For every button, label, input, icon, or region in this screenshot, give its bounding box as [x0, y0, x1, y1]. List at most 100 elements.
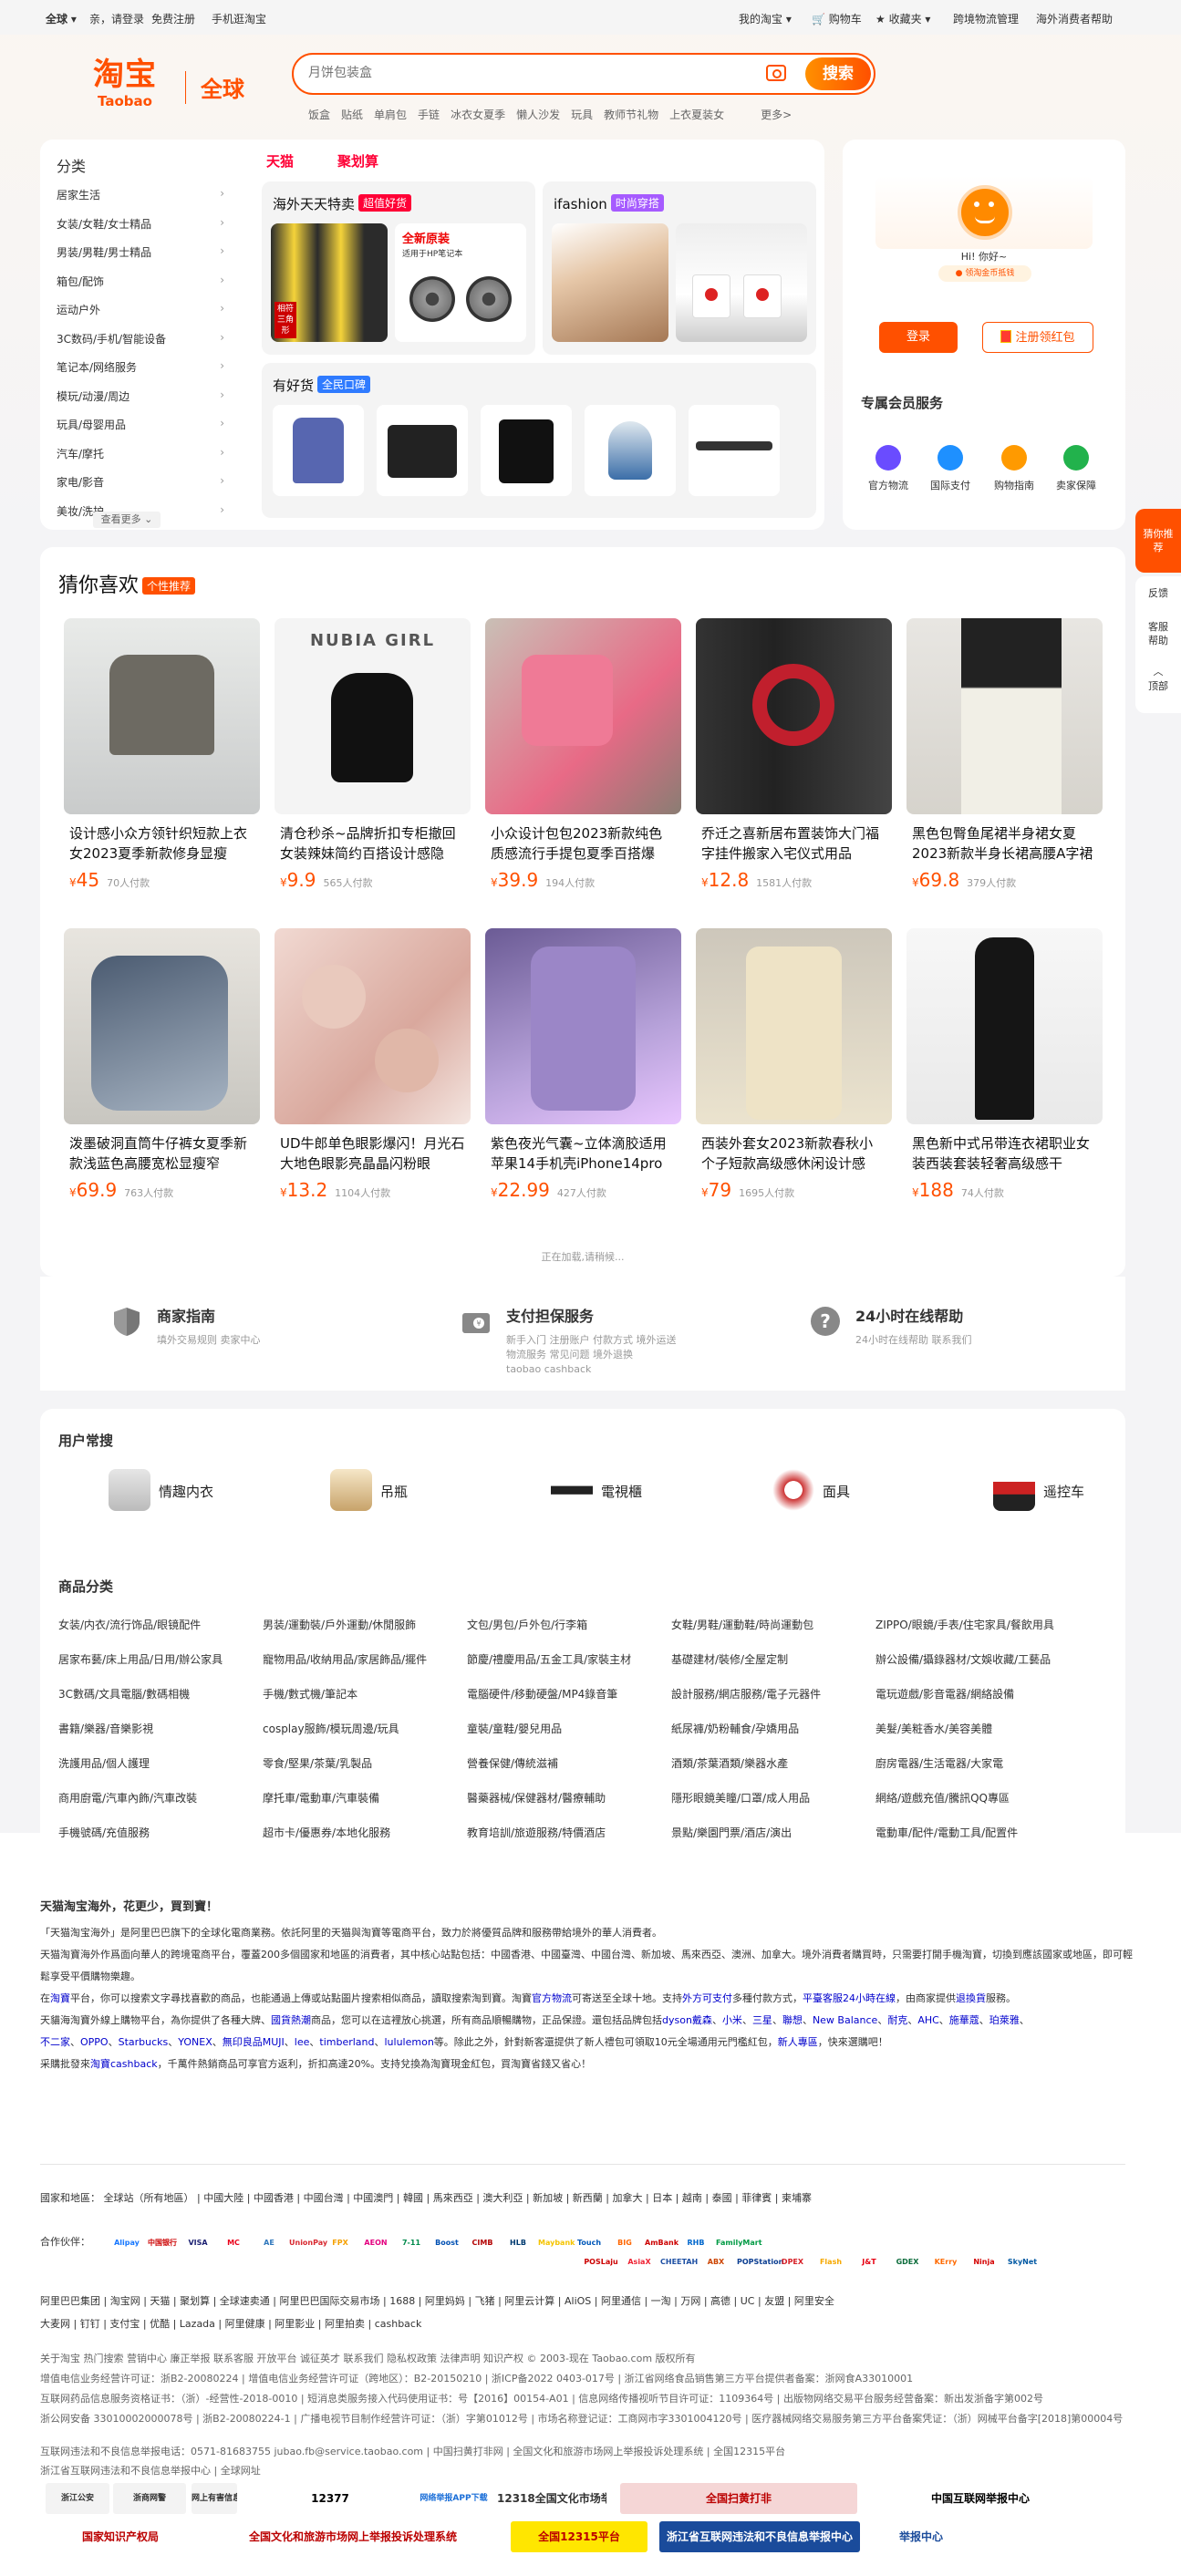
hot-search-item[interactable]: 贴纸	[341, 109, 363, 121]
login-button[interactable]: 登录	[879, 322, 958, 353]
side-service-button[interactable]: 客服帮助	[1145, 620, 1172, 647]
product-category-link[interactable]: 隱形眼鏡美瞳/口罩/成人用品	[671, 1790, 810, 1805]
register-coupon-button[interactable]: 注册领红包	[982, 322, 1093, 353]
report-badge[interactable]: 国家知识产权局	[40, 2521, 201, 2552]
report-badge[interactable]: 举报中心	[871, 2521, 971, 2552]
product-image-tshirt[interactable]	[273, 405, 364, 496]
product-image[interactable]	[906, 618, 1103, 814]
avatar[interactable]	[958, 185, 1012, 240]
product-name[interactable]: 紫色夜光气囊~立体滴胶适用苹果14手机壳iPhone14pro可	[485, 1133, 681, 1174]
tab-juhuasuan[interactable]: 聚划算	[337, 151, 378, 171]
product-card[interactable]: 黑色包臀鱼尾裙半身裙女夏2023新款半身长裙高腰A字裙 ¥69.8 379人付款	[906, 618, 1103, 891]
product-category-link[interactable]: 洗護用品/個人護理	[58, 1755, 150, 1771]
hot-search-item[interactable]: 冰衣女夏季	[451, 109, 505, 121]
product-category-link[interactable]: 摩托車/電動車/汽車裝備	[263, 1790, 379, 1805]
category-item[interactable]: 男装/男鞋/男士精品 ›	[57, 244, 230, 260]
product-category-link[interactable]: 女装/内衣/流行饰品/眼镜配件	[58, 1617, 201, 1632]
product-card[interactable]: 黑色新中式吊带连衣裙职业女装西装套装轻奢高级感干 ¥188 74人付款	[906, 928, 1103, 1201]
product-category-link[interactable]: 書籍/樂器/音樂影視	[58, 1721, 153, 1736]
about-links[interactable]: 关于淘宝 热门搜索 营销中心 廉正举报 联系客服 开放平台 诚征英才 联系我们 …	[40, 2351, 1125, 2365]
product-image[interactable]: NUBIA GIRL	[275, 618, 471, 814]
service-official-logistics[interactable]: 官方物流	[861, 445, 916, 492]
report-badge[interactable]: 12318全国文化市场举报平台	[497, 2483, 606, 2514]
crossborder-logistics-link[interactable]: 跨境物流管理	[953, 11, 1019, 26]
category-item[interactable]: 3C数码/手机/智能设备 ›	[57, 331, 230, 347]
product-name[interactable]: 西装外套女2023新款春秋小个子短款高级感休闲设计感	[696, 1133, 892, 1174]
login-link[interactable]: 亲，请登录	[89, 11, 144, 26]
product-card[interactable]: 小众设计包包2023新款纯色质感流行手提包夏季百搭爆 ¥39.9 194人付款	[485, 618, 681, 891]
category-item[interactable]: 箱包/配饰 ›	[57, 274, 230, 289]
cart-link[interactable]: 🛒 购物车	[812, 11, 862, 26]
tab-tmall[interactable]: 天猫	[266, 151, 294, 171]
product-image-lamp[interactable]	[585, 405, 676, 496]
my-taobao-link[interactable]: 我的淘宝 ▾	[739, 11, 792, 26]
product-image[interactable]	[696, 928, 892, 1124]
report-badge[interactable]: 全国文化和旅游市场网上举报投诉处理系统	[248, 2521, 458, 2552]
product-category-link[interactable]: 商用廚電/汽車內飾/汽車改裝	[58, 1790, 197, 1805]
product-category-link[interactable]: 手機/數式機/筆記本	[263, 1686, 357, 1702]
popular-item[interactable]: 吊瓶	[330, 1469, 408, 1511]
service-seller-guarantee[interactable]: 卖家保障	[1049, 445, 1103, 492]
product-card[interactable]: 设计感小众方领针织短款上衣女2023夏季新款修身显瘦 ¥45 70人付款	[64, 618, 260, 891]
product-category-link[interactable]: 電腦硬件/移動硬盤/MP4錄音筆	[467, 1686, 617, 1702]
product-category-link[interactable]: 寵物用品/收納用品/家居飾品/擺件	[263, 1651, 427, 1667]
category-more-button[interactable]: 查看更多 ⌄	[93, 512, 161, 528]
product-category-link[interactable]: 紙尿褲/奶粉輔食/孕嬌用品	[671, 1721, 799, 1736]
product-category-link[interactable]: 超市卡/優惠券/本地化服務	[263, 1825, 390, 1840]
product-card[interactable]: 乔迁之喜新居布置装饰大门福字挂件搬家入宅仪式用品 ¥12.8 1581人付款	[696, 618, 892, 891]
product-category-link[interactable]: 網絡/遊戲充值/騰訊QQ專區	[875, 1790, 1010, 1805]
product-category-link[interactable]: 酒類/茶葉酒類/樂器水產	[671, 1755, 788, 1771]
promo-box-overseas[interactable]: 海外天天特卖 超值好货 相符 三角形 全新原装 适用于HP笔记本	[262, 181, 535, 355]
product-category-link[interactable]: 美髮/美粧香水/美容美體	[875, 1721, 992, 1736]
popular-item[interactable]: 面具	[772, 1469, 850, 1511]
product-image[interactable]	[485, 618, 681, 814]
category-item[interactable]: 玩具/母婴用品 ›	[57, 417, 230, 432]
product-name[interactable]: 黑色新中式吊带连衣裙职业女装西装套装轻奢高级感干	[906, 1133, 1103, 1174]
product-category-link[interactable]: 節慶/禮慶用品/五金工具/家裝主材	[467, 1651, 631, 1667]
hot-search-item[interactable]: 更多>	[761, 109, 792, 121]
product-image-fan[interactable]: 全新原装 适用于HP笔记本	[395, 223, 526, 342]
product-card[interactable]: 紫色夜光气囊~立体滴胶适用苹果14手机壳iPhone14pro可 ¥22.9942…	[485, 928, 681, 1201]
product-category-link[interactable]: 辦公設備/攝錄器材/文娛收藏/工藝品	[875, 1651, 1051, 1667]
popular-item[interactable]: 情趣内衣	[109, 1469, 213, 1511]
product-name[interactable]: 设计感小众方领针织短款上衣女2023夏季新款修身显瘦	[64, 823, 260, 864]
product-name[interactable]: UD牛郎单色眼影爆闪！月光石大地色眼影亮晶晶闪粉眼	[275, 1133, 471, 1174]
report-badge[interactable]: 浙江省互联网违法和不良信息举报中心	[659, 2521, 860, 2552]
register-link[interactable]: 免费注册	[151, 11, 195, 26]
product-image-screwdrivers[interactable]: 相符 三角形	[271, 223, 388, 342]
hot-search-item[interactable]: 教师节礼物	[604, 109, 658, 121]
product-category-link[interactable]: 設計服務/網店服務/電子元器件	[671, 1686, 821, 1702]
hot-search-item[interactable]: 饭盒	[308, 109, 330, 121]
product-image[interactable]	[485, 928, 681, 1124]
product-category-link[interactable]: 3C數碼/文具電腦/數碼相機	[58, 1686, 190, 1702]
product-image-mugs[interactable]	[676, 223, 807, 342]
hot-search-item[interactable]: 上衣夏装女	[669, 109, 724, 121]
hot-search-item[interactable]: 手链	[418, 109, 440, 121]
product-name[interactable]: 清仓秒杀~品牌折扣专柜撤回女装辣妹简约百搭设计感隐	[275, 823, 471, 864]
coin-link[interactable]: ● 领淘金币抵钱	[938, 265, 1031, 282]
favorites-link[interactable]: ★ 收藏夹 ▾	[875, 11, 930, 26]
region-selector[interactable]: 全球 ▾	[46, 11, 77, 26]
report-badge[interactable]: 浙商网警	[113, 2483, 186, 2514]
group-links-2[interactable]: 大麦网 | 钉钉 | 支付宝 | 优酷 | Lazada | 阿里健康 | 阿里…	[40, 2316, 1125, 2331]
taobao-logo[interactable]: 淘宝 Taobao	[84, 57, 166, 113]
product-card[interactable]: 西装外套女2023新款春秋小个子短款高级感休闲设计感 ¥79 1695人付款	[696, 928, 892, 1201]
hot-search-item[interactable]: 单肩包	[374, 109, 407, 121]
report-badge[interactable]: 浙江公安	[46, 2483, 109, 2514]
category-item[interactable]: 女装/女鞋/女士精品 ›	[57, 216, 230, 232]
product-category-link[interactable]: 廚房電器/生活電器/大家電	[875, 1755, 1003, 1771]
side-recommend-button[interactable]: 猜你推荐	[1135, 509, 1181, 573]
category-item[interactable]: 家电/影音 ›	[57, 474, 230, 490]
product-category-link[interactable]: cosplay服飾/模玩周邊/玩具	[263, 1721, 399, 1736]
product-name[interactable]: 乔迁之喜新居布置装饰大门福字挂件搬家入宅仪式用品	[696, 823, 892, 864]
report-badge[interactable]: 全国扫黄打非	[620, 2483, 857, 2514]
product-image[interactable]	[275, 928, 471, 1124]
product-image[interactable]	[64, 928, 260, 1124]
mobile-taobao-link[interactable]: 手机逛淘宝	[212, 11, 266, 26]
product-image-case[interactable]	[377, 405, 468, 496]
product-image-pillow[interactable]	[552, 223, 668, 342]
product-category-link[interactable]: 景點/樂園門票/酒店/演出	[671, 1825, 792, 1840]
product-card[interactable]: 泼墨破洞直筒牛仔裤女夏季新款浅蓝色高腰宽松显瘦窄 ¥69.9 763人付款	[64, 928, 260, 1201]
group-links[interactable]: 阿里巴巴集团 | 淘宝网 | 天猫 | 聚划算 | 全球速卖通 | 阿里巴巴国际…	[40, 2293, 1125, 2308]
product-category-link[interactable]: 教育培訓/旅遊服務/特價酒店	[467, 1825, 606, 1840]
